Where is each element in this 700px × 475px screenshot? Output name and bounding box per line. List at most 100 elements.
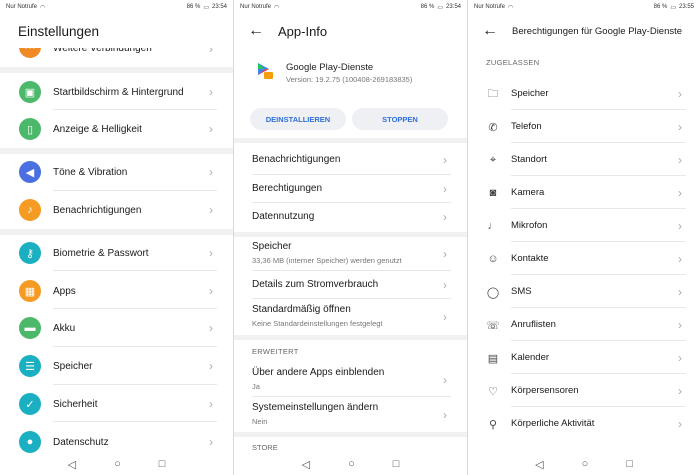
battery-text: 86 % [186,4,201,10]
menu-item-modify-system-settings[interactable]: Systemeinstellungen ändern Nein › [234,399,467,431]
settings-item-apps[interactable]: ▦ Apps › [0,277,233,305]
home-nav-icon[interactable]: ○ [348,458,355,470]
chevron-right-icon: › [443,153,447,167]
settings-item-security[interactable]: ✓ Sicherheit › [0,390,233,418]
permission-label: Telefon [511,121,542,132]
clock-text: 23:54 [445,4,461,10]
menu-item-subtitle: 33,36 MB (interner Speicher) werden genu… [252,256,402,265]
permission-item-calendar[interactable]: ▤ Kalender › [468,346,700,370]
settings-item-label: Apps [53,286,76,297]
settings-item-sound[interactable]: ◀ Töne & Vibration › [0,158,233,186]
back-nav-icon[interactable]: ◁ [535,458,543,471]
menu-item-subtitle: Ja [252,382,260,391]
settings-item-label: Benachrichtigungen [53,205,142,216]
chevron-right-icon: › [678,318,682,332]
settings-item-label: Sicherheit [53,399,98,410]
row-divider [511,175,686,176]
chevron-right-icon: › [678,87,682,101]
microphone-icon: ♩ [487,220,499,232]
clock-text: 23:54 [211,4,227,10]
settings-screen: Nur Notrufe ◠ 86 % ▭ 23:54 Einstellungen… [0,0,233,475]
status-bar: Nur Notrufe ◠ 86 % ▭ 23:54 [0,0,233,14]
call-log-icon: ☏ [486,319,500,332]
permission-item-phone[interactable]: ✆ Telefon › [468,115,700,139]
wifi-icon: ◠ [40,4,46,11]
permission-item-location[interactable]: ⌖ Standort › [468,148,700,172]
menu-item-power-details[interactable]: Details zum Stromverbrauch › [234,273,467,297]
back-arrow-icon[interactable]: ← [482,22,498,40]
permission-item-call-logs[interactable]: ☏ Anruflisten › [468,313,700,337]
permission-label: Kalender [511,352,550,363]
settings-item-label: Akku [53,323,76,334]
settings-item-privacy[interactable]: ● Datenschutz › [0,428,233,456]
phone-icon: ✆ [488,121,498,134]
menu-item-overlay[interactable]: Über andere Apps einblenden Ja › [234,364,467,396]
status-bar: Nur Notrufe ◠ 86 % ▭ 23:55 [468,0,700,14]
battery-icon: ▬ [19,317,41,339]
home-nav-icon[interactable]: ○ [114,458,121,470]
app-name: Google Play-Dienste [286,62,374,73]
speaker-icon: ◀ [19,161,41,183]
uninstall-button[interactable]: DEINSTALLIEREN [250,108,346,130]
permission-item-sms[interactable]: ◯ SMS › [468,280,700,304]
section-divider [0,67,233,73]
permission-label: SMS [511,286,532,297]
permission-item-storage[interactable]: 🗀 Speicher › [468,82,700,106]
chevron-right-icon: › [678,351,682,365]
menu-item-label: Standardmäßig öffnen [252,304,351,315]
recents-nav-icon[interactable]: □ [393,458,400,470]
image-icon: ▣ [19,81,41,103]
chevron-right-icon: › [678,417,682,431]
permission-item-microphone[interactable]: ♩ Mikrofon › [468,214,700,238]
recents-nav-icon[interactable]: □ [626,458,633,470]
settings-item-notifications[interactable]: ♪ Benachrichtigungen › [0,196,233,224]
settings-item-biometrics[interactable]: ⚷ Biometrie & Passwort › [0,239,233,267]
settings-item-storage[interactable]: ☰ Speicher › [0,352,233,380]
section-header-store: STORE [252,443,278,452]
recents-nav-icon[interactable]: □ [159,458,166,470]
menu-item-label: Datennutzung [252,211,315,222]
chevron-right-icon: › [209,397,213,411]
camera-icon: ◙ [489,187,497,199]
menu-item-open-by-default[interactable]: Standardmäßig öffnen Keine Standardeinst… [234,301,467,333]
row-divider [511,406,686,407]
permission-label: Mikrofon [511,220,548,231]
menu-item-notifications[interactable]: Benachrichtigungen › [234,148,467,172]
menu-item-label: Berechtigungen [252,183,323,194]
menu-item-data-usage[interactable]: Datennutzung › [234,205,467,229]
permission-item-contacts[interactable]: ☺ Kontakte › [468,247,700,271]
row-divider [511,142,686,143]
carrier-text: Nur Notrufe [240,4,272,10]
stop-button[interactable]: STOPPEN [352,108,448,130]
row-divider [511,274,686,275]
chevron-right-icon: › [209,122,213,136]
row-divider [511,373,686,374]
chevron-right-icon: › [678,285,682,299]
row-divider [53,308,217,309]
section-divider [234,335,467,340]
permission-item-camera[interactable]: ◙ Kamera › [468,181,700,205]
settings-item-battery[interactable]: ▬ Akku › [0,314,233,342]
settings-item-home-screen[interactable]: ▣ Startbildschirm & Hintergrund › [0,78,233,106]
settings-item-display[interactable]: ▯ Anzeige & Helligkeit › [0,115,233,143]
settings-item-label: Töne & Vibration [53,167,128,178]
back-arrow-icon[interactable]: ← [248,22,264,40]
wifi-icon: ◠ [274,4,280,11]
permission-label: Kamera [511,187,545,198]
permission-label: Körpersensoren [511,385,579,396]
storage-icon: ☰ [19,355,41,377]
back-nav-icon[interactable]: ◁ [302,458,310,471]
permission-item-physical-activity[interactable]: ⚲ Körperliche Aktivität › [468,412,700,436]
section-divider [234,232,467,237]
permission-item-body-sensors[interactable]: ♡ Körpersensoren › [468,379,700,403]
play-services-logo-icon [254,60,276,82]
permissions-screen: Nur Notrufe ◠ 86 % ▭ 23:55 ← Berechtigun… [468,0,700,475]
back-nav-icon[interactable]: ◁ [68,458,76,471]
row-divider [53,109,217,110]
menu-item-storage[interactable]: Speicher 33,36 MB (interner Speicher) we… [234,238,467,270]
menu-item-permissions[interactable]: Berechtigungen › [234,177,467,201]
home-nav-icon[interactable]: ○ [582,458,589,470]
row-divider [53,346,217,347]
menu-item-label: Details zum Stromverbrauch [252,279,379,290]
row-divider [252,396,451,397]
